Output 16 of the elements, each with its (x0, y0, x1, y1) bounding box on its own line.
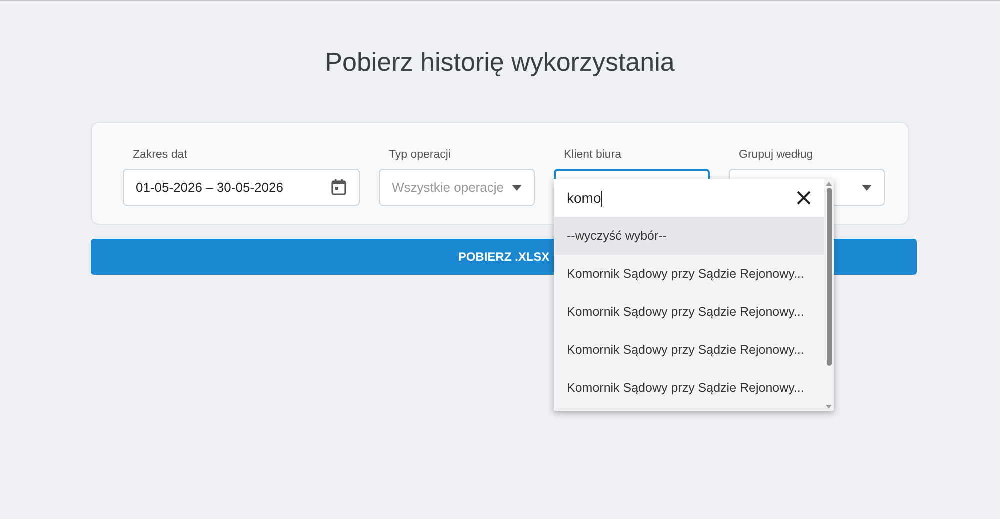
date-range-value: 01-05-2026 – 30-05-2026 (136, 179, 284, 197)
field-label: Klient biura (563, 148, 623, 163)
scroll-down-icon[interactable] (826, 405, 832, 410)
date-range-field[interactable]: 01-05-2026 – 30-05-2026 (123, 169, 360, 206)
calendar-icon (331, 179, 347, 196)
page-title: Pobierz historię wykorzystania (324, 46, 676, 79)
caret-icon (862, 184, 872, 191)
search-text: komo (567, 188, 604, 209)
field-label: Grupuj według (738, 148, 814, 163)
search-field[interactable]: komo (554, 179, 824, 218)
field-label: Typ operacji (388, 148, 452, 163)
dropdown-option[interactable]: --wyczyść wybór-- (554, 217, 824, 256)
close-icon[interactable] (797, 191, 811, 206)
caret-icon (512, 184, 522, 191)
select-placeholder: Wszystkie operacje (392, 179, 504, 197)
field-label: Zakres dat (132, 148, 188, 163)
